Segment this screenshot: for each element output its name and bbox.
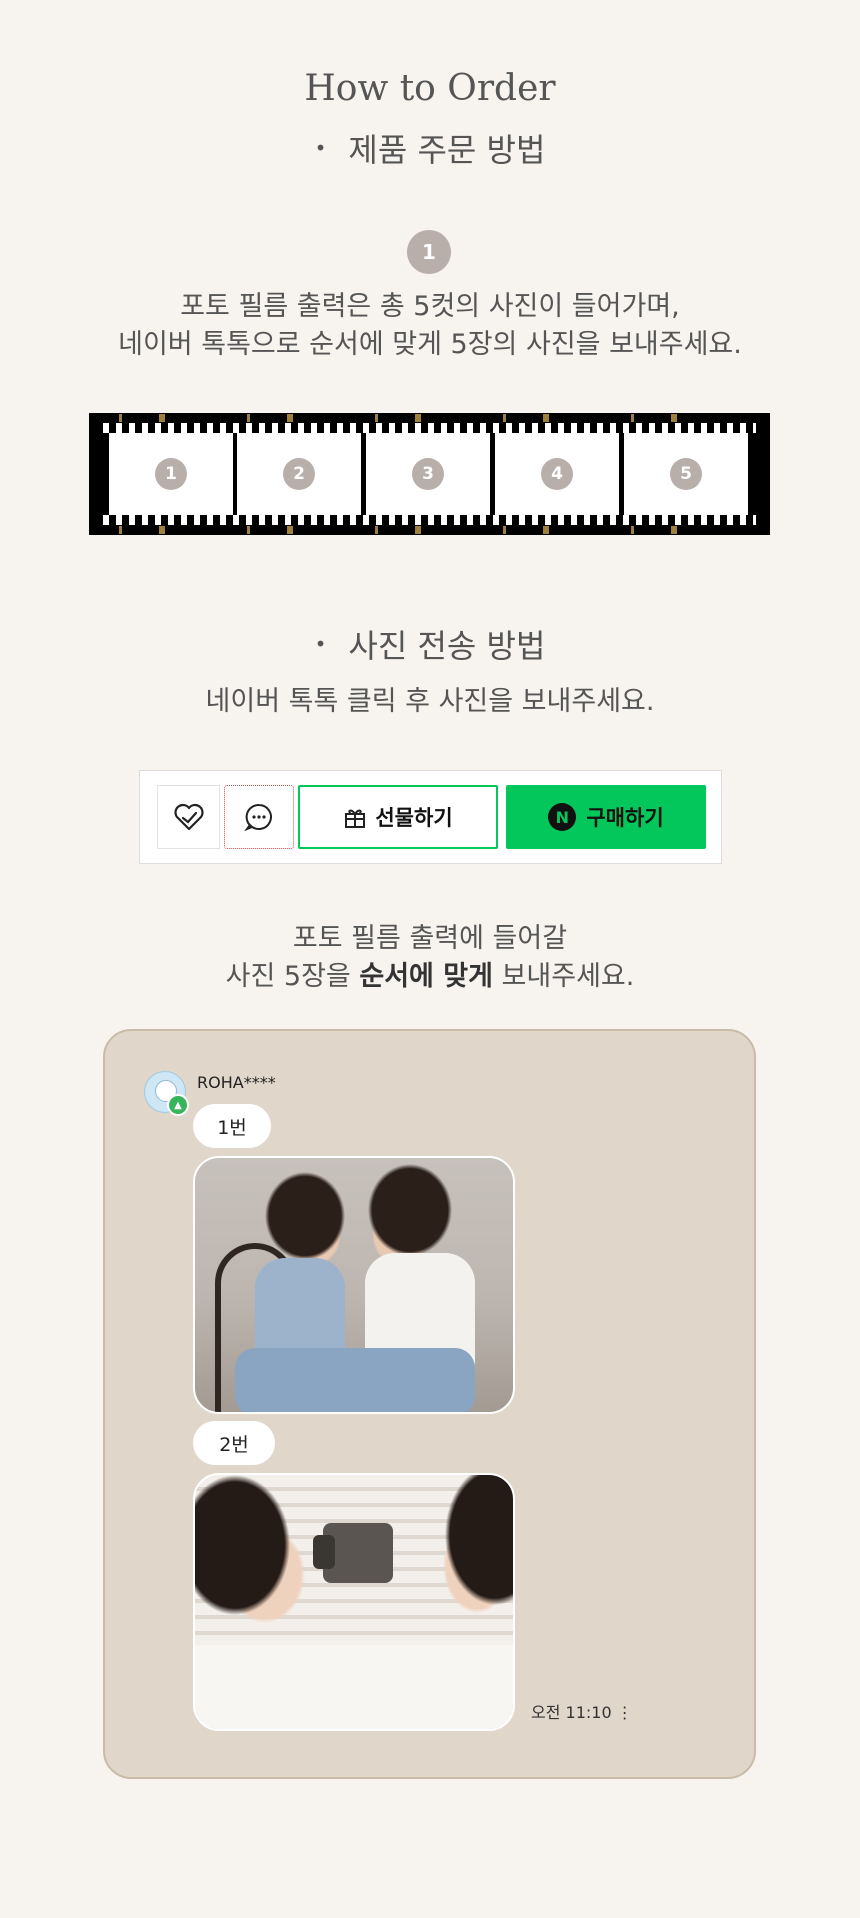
purchase-bar: 선물하기 N 구매하기: [139, 770, 722, 864]
send-description: 네이버 톡톡 클릭 후 사진을 보내주세요.: [205, 686, 655, 717]
timestamp-text: 오전 11:10: [531, 1703, 612, 1722]
gift-button-label: 선물하기: [375, 806, 453, 830]
message-bubble: 2번: [193, 1421, 275, 1465]
page-title: How to Order: [304, 68, 556, 109]
step-number-badge: 1: [407, 230, 451, 274]
chat-example-card: ▲ ROHA**** 1번 2번 오전 11:10 ⋮: [103, 1029, 756, 1779]
chat-photo: [193, 1156, 515, 1414]
intro-text: 포토 필름 출력은 총 5컷의 사진이 들어가며, 네이버 톡톡으로 순서에 맞…: [0, 288, 860, 364]
film-sprocket-holes: [103, 423, 756, 433]
film-strip: 1 2 3 4 5: [89, 413, 770, 535]
photo-shape: [235, 1348, 475, 1412]
film-frame: 1: [109, 433, 233, 515]
frame-number: 2: [283, 458, 315, 490]
film-edge-marking: [119, 526, 740, 534]
film-sprocket-holes: [103, 515, 756, 525]
talk-talk-button[interactable]: [224, 785, 294, 849]
film-edge-marking: [119, 414, 740, 422]
buy-button[interactable]: N 구매하기: [506, 785, 706, 849]
like-button[interactable]: [157, 785, 220, 849]
frame-number: 1: [155, 458, 187, 490]
film-frame: 5: [624, 433, 748, 515]
instruction-line-1: 포토 필름 출력에 들어갈: [292, 923, 568, 954]
subtitle-text: 제품 주문 방법: [348, 131, 546, 169]
bullet-icon: •: [314, 632, 327, 656]
chat-username: ROHA****: [197, 1073, 276, 1092]
message-bubble: 1번: [193, 1104, 271, 1148]
instruction-text: 포토 필름 출력에 들어갈 사진 5장을 순서에 맞게 보내주세요.: [0, 920, 860, 996]
film-frame: 4: [495, 433, 619, 515]
gift-button[interactable]: 선물하기: [298, 785, 498, 849]
send-heading-text: 사진 전송 방법: [348, 627, 546, 665]
film-frame: 2: [237, 433, 361, 515]
intro-line-1: 포토 필름 출력은 총 5컷의 사진이 들어가며,: [180, 291, 680, 322]
avatar: ▲: [144, 1071, 189, 1116]
chat-icon: [244, 803, 272, 832]
frame-number: 5: [670, 458, 702, 490]
film-frame: 3: [366, 433, 490, 515]
gift-icon: [345, 809, 366, 828]
bell-icon: ▲: [167, 1094, 189, 1116]
heart-check-icon: [173, 803, 204, 831]
section-heading-order: • 제품 주문 방법: [0, 125, 860, 171]
photo-shape: [313, 1535, 335, 1569]
frame-number: 3: [412, 458, 444, 490]
more-options-icon[interactable]: ⋮: [617, 1703, 633, 1722]
chat-photo: [193, 1473, 515, 1731]
frame-number: 4: [541, 458, 573, 490]
section-heading-send: • 사진 전송 방법: [0, 621, 860, 667]
message-timestamp: 오전 11:10 ⋮: [531, 1699, 633, 1723]
intro-line-2: 네이버 톡톡으로 순서에 맞게 5장의 사진을 보내주세요.: [118, 329, 742, 360]
instruction-prefix: 사진 5장을: [225, 961, 360, 992]
instruction-line-2: 사진 5장을 순서에 맞게 보내주세요.: [0, 958, 860, 996]
instruction-emphasis: 순서에 맞게: [359, 961, 493, 992]
naver-pay-icon: N: [548, 803, 577, 831]
photo-shape: [195, 1645, 513, 1729]
bullet-icon: •: [314, 136, 327, 160]
instruction-suffix: 보내주세요.: [492, 961, 635, 992]
buy-button-label: 구매하기: [586, 806, 664, 830]
